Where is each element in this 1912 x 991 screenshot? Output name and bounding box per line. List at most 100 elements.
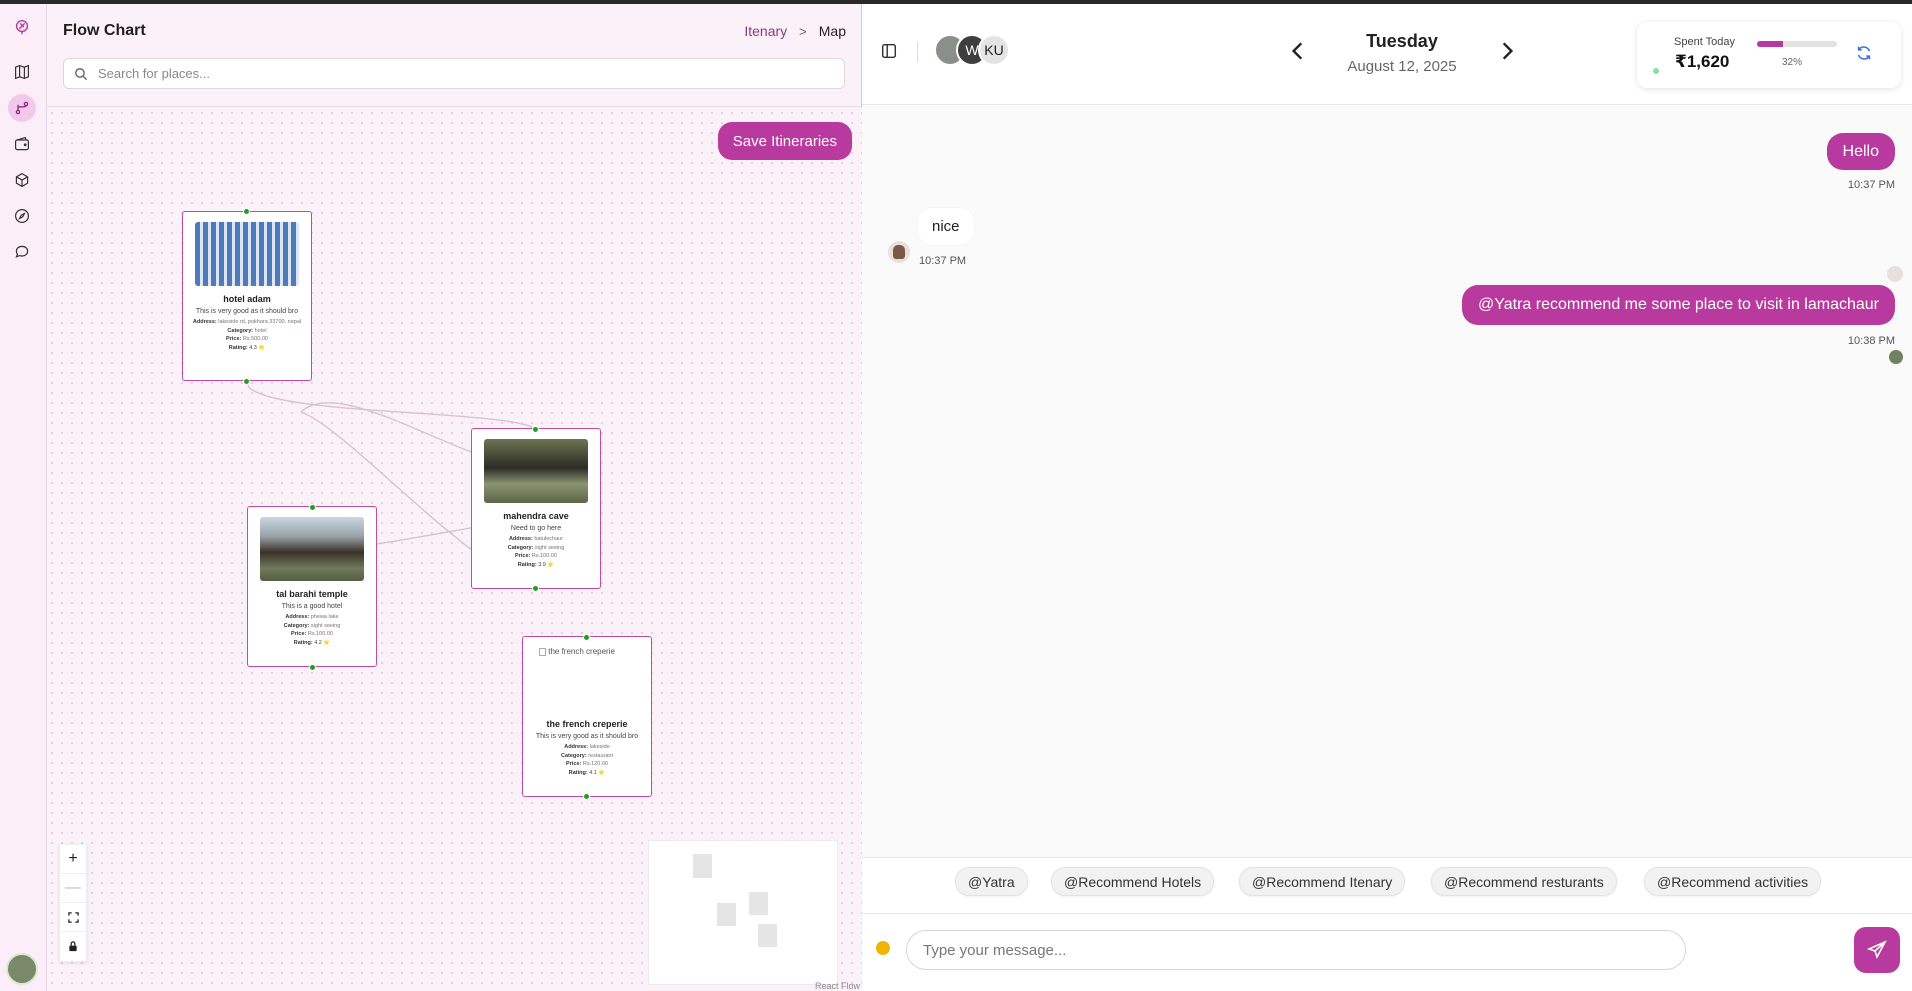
- save-itineraries-button[interactable]: Save Itineraries: [717, 122, 852, 160]
- minimap-node: [693, 854, 712, 878]
- react-flow-attribution[interactable]: React Flow: [815, 981, 860, 991]
- place-description: This is a good hotel: [281, 603, 343, 610]
- user-avatar[interactable]: [6, 953, 38, 985]
- suggestion-chip-itenary[interactable]: @Recommend Itenary: [1239, 867, 1406, 896]
- minimap-node: [717, 903, 736, 926]
- flow-controls: + —: [59, 844, 87, 962]
- spent-progress-bar: [1757, 41, 1837, 47]
- flow-icon[interactable]: [8, 94, 36, 122]
- read-receipt-avatar: [1889, 350, 1903, 364]
- spent-percent: 32%: [1782, 57, 1803, 68]
- node-handle[interactable]: [532, 426, 539, 433]
- status-dot: [876, 941, 890, 955]
- lock-button[interactable]: [60, 932, 86, 961]
- place-address: lakeside rd, pokhara 33700, nepal: [218, 319, 302, 325]
- place-node-tal-barahi-temple[interactable]: tal barahi temple This is a good hotel A…: [247, 506, 377, 667]
- place-rating: 4.3 ⭐: [249, 344, 266, 351]
- participant-avatar[interactable]: KU: [978, 34, 1010, 66]
- message-bubble-incoming: nice: [918, 208, 974, 245]
- page-title: Flow Chart: [63, 22, 146, 39]
- node-handle[interactable]: [532, 585, 539, 592]
- suggestion-chip-hotels[interactable]: @Recommend Hotels: [1051, 867, 1215, 896]
- current-date: August 12, 2025: [1347, 58, 1457, 75]
- node-handle[interactable]: [583, 634, 590, 641]
- map-icon[interactable]: [8, 58, 36, 86]
- search-icon: [75, 67, 88, 80]
- chevron-right-icon[interactable]: [1496, 40, 1518, 62]
- chat-icon[interactable]: [8, 238, 36, 266]
- place-title: hotel adam: [223, 294, 271, 304]
- category-label: Category:: [283, 622, 310, 629]
- place-price: Rs.100.00: [307, 631, 333, 637]
- message-composer: [862, 913, 1912, 991]
- message-input[interactable]: [906, 930, 1686, 970]
- message-bubble-outgoing: @Yatra recommend me some place to visit …: [1462, 285, 1895, 325]
- node-handle[interactable]: [243, 208, 250, 215]
- sender-avatar: [1887, 266, 1903, 282]
- breadcrumb: Itenary > Map: [744, 23, 846, 39]
- category-label: Category:: [507, 544, 534, 551]
- place-node-french-creperie[interactable]: the french creperie the french creperie …: [522, 636, 652, 797]
- place-image-broken: the french creperie: [535, 647, 639, 711]
- node-handle[interactable]: [583, 793, 590, 800]
- node-handle[interactable]: [309, 664, 316, 671]
- lock-icon: [69, 941, 77, 952]
- place-description: This is very good as it should bro: [195, 308, 299, 315]
- package-icon[interactable]: [8, 166, 36, 194]
- participant-avatars: W KU: [934, 34, 1010, 66]
- nav-rail: [0, 4, 47, 991]
- place-rating: 3.9 ⭐: [538, 561, 555, 568]
- address-label: Address:: [508, 536, 533, 542]
- chat-header: W KU Tuesday August 12, 2025 Spent Today…: [862, 4, 1912, 105]
- place-category: sight seeing: [534, 544, 565, 551]
- compass-icon[interactable]: [8, 202, 36, 230]
- status-dot: [1653, 68, 1659, 74]
- place-category: restaurant: [588, 752, 613, 759]
- wallet-icon[interactable]: [8, 130, 36, 158]
- place-address: batulechaur: [534, 536, 564, 542]
- message-time: 10:37 PM: [1847, 179, 1895, 191]
- place-details: Address: phewa lake Category: sight seei…: [248, 613, 376, 647]
- suggestion-chip-resturants[interactable]: @Recommend resturants: [1431, 867, 1617, 896]
- place-title: the french creperie: [546, 719, 628, 729]
- minimap-node: [749, 892, 768, 915]
- sidebar-toggle-icon[interactable]: [880, 42, 898, 60]
- flow-canvas[interactable]: Save Itineraries hotel adam This is very…: [47, 108, 862, 991]
- node-handle[interactable]: [243, 378, 250, 385]
- place-title: mahendra cave: [503, 511, 569, 521]
- suggestion-chip-yatra[interactable]: @Yatra: [955, 867, 1028, 896]
- minimap[interactable]: [648, 840, 838, 985]
- divider: [917, 42, 918, 62]
- place-node-hotel-adam[interactable]: hotel adam This is very good as it shoul…: [182, 211, 312, 381]
- place-node-mahendra-cave[interactable]: mahendra cave Need to go here Address: b…: [471, 428, 601, 589]
- place-price: Rs.100.00: [531, 553, 557, 559]
- flow-chart-panel: Flow Chart Itenary > Map Save Itinerarie…: [47, 4, 862, 991]
- message-bubble-outgoing: Hello: [1826, 133, 1895, 170]
- place-image: [195, 222, 299, 286]
- place-details: Address: lakeside Category: restaurant P…: [523, 743, 651, 777]
- address-label: Address:: [192, 319, 217, 325]
- refresh-icon[interactable]: [1855, 44, 1873, 62]
- place-category: hotel: [254, 327, 267, 334]
- broken-image-icon: [539, 647, 546, 656]
- logo-icon[interactable]: [8, 13, 36, 41]
- edge-hotel-cave[interactable]: [246, 381, 537, 433]
- place-address: lakeside: [589, 744, 610, 750]
- zoom-in-button[interactable]: +: [60, 845, 86, 874]
- place-image: [260, 517, 364, 581]
- suggestion-chip-activities[interactable]: @Recommend activities: [1644, 867, 1822, 896]
- zoom-out-button[interactable]: —: [60, 874, 86, 903]
- search-input[interactable]: [98, 66, 798, 81]
- send-button[interactable]: [1854, 927, 1900, 973]
- address-label: Address:: [564, 744, 589, 750]
- message-time: 10:37 PM: [919, 255, 967, 267]
- price-label: Price:: [291, 631, 307, 637]
- image-alt-text: the french creperie: [548, 647, 615, 656]
- category-label: Category:: [227, 327, 254, 334]
- breadcrumb-itenary[interactable]: Itenary: [744, 23, 787, 39]
- fit-view-button[interactable]: [60, 903, 86, 932]
- place-description: This is very good as it should bro: [535, 733, 639, 740]
- node-handle[interactable]: [309, 504, 316, 511]
- price-label: Price:: [566, 761, 582, 767]
- minimap-node: [758, 924, 777, 947]
